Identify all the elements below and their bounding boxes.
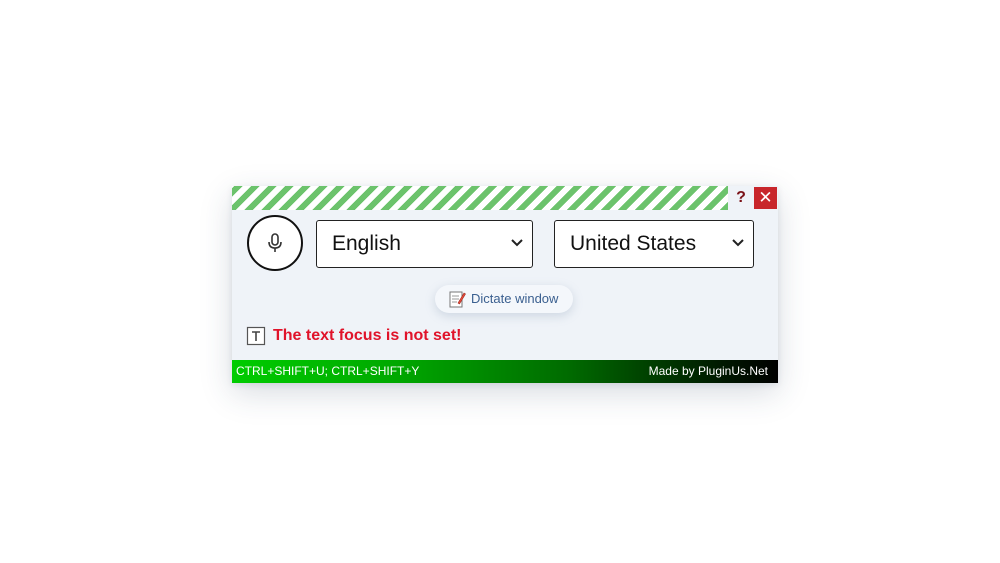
language-select[interactable]: English bbox=[316, 220, 533, 268]
voice-input-widget: ? ✕ English United States Dictate window… bbox=[232, 186, 778, 383]
region-select-value: United States bbox=[570, 232, 697, 255]
help-button[interactable]: ? bbox=[732, 187, 750, 209]
chevron-down-icon bbox=[511, 239, 523, 247]
screen: ? ✕ English United States Dictate window… bbox=[0, 0, 1000, 563]
language-select-value: English bbox=[332, 232, 401, 255]
region-select[interactable]: United States bbox=[554, 220, 754, 268]
footer-bar: CTRL+SHIFT+U; CTRL+SHIFT+Y Made by Plugi… bbox=[232, 360, 778, 383]
close-button[interactable]: ✕ bbox=[754, 187, 777, 209]
drag-handle-stripes[interactable] bbox=[232, 186, 728, 210]
keyboard-shortcuts: CTRL+SHIFT+U; CTRL+SHIFT+Y bbox=[236, 364, 420, 378]
microphone-button[interactable] bbox=[247, 215, 303, 271]
focus-status-text: The text focus is not set! bbox=[273, 327, 462, 344]
dictate-window-label: Dictate window bbox=[471, 291, 559, 306]
chevron-down-icon bbox=[732, 239, 744, 247]
microphone-icon bbox=[268, 233, 282, 252]
dictate-window-button[interactable]: Dictate window bbox=[435, 285, 573, 313]
credit-link[interactable]: Made by PluginUs.Net bbox=[649, 364, 768, 378]
text-field-icon bbox=[246, 326, 266, 346]
notepad-pencil-icon bbox=[449, 291, 466, 308]
title-bar[interactable]: ? ✕ bbox=[232, 186, 778, 210]
